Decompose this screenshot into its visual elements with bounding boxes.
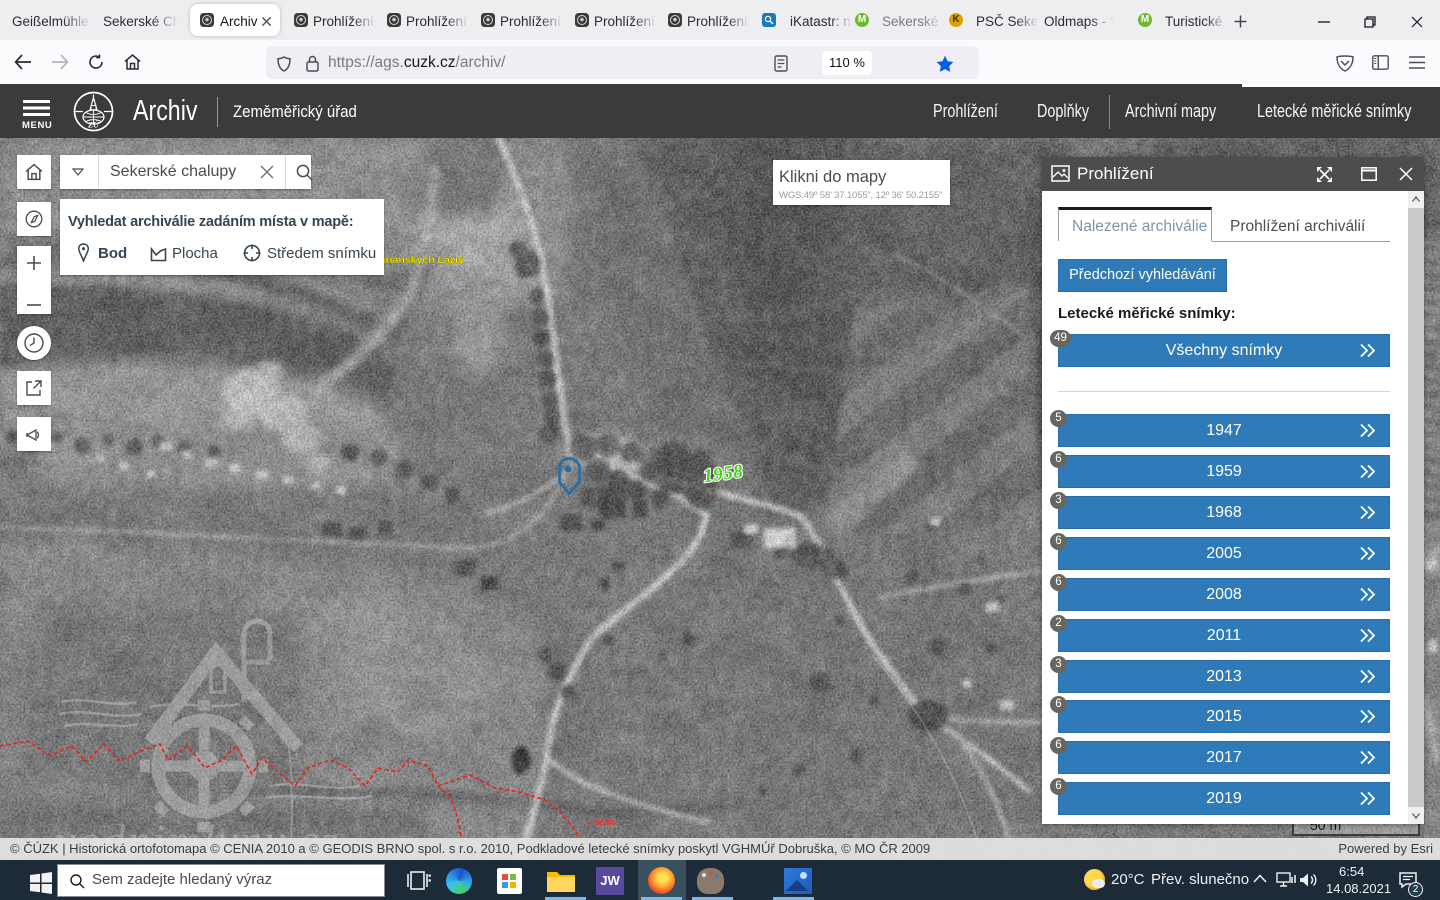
svg-text:Mariánských Lázní: Mariánských Lázní <box>371 254 465 266</box>
svg-text:© CENIA: © CENIA <box>586 818 618 827</box>
svg-text:ZÚ: ZÚ <box>87 120 100 130</box>
